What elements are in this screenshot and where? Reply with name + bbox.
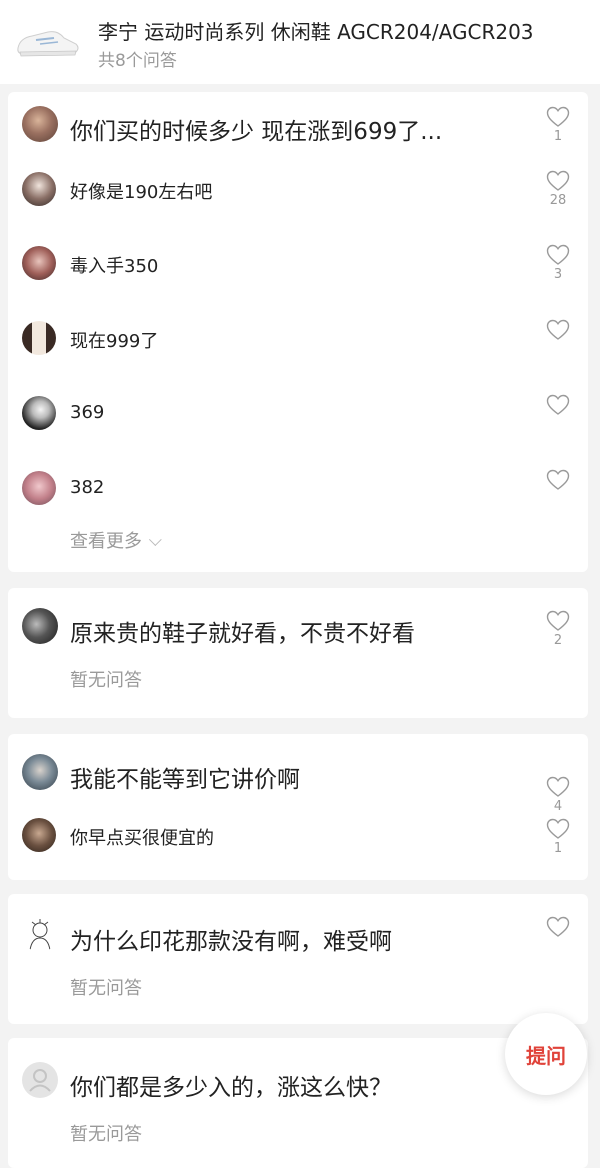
avatar <box>22 1062 58 1098</box>
avatar <box>22 608 58 644</box>
like-button[interactable] <box>546 394 570 416</box>
question-text: 原来贵的鞋子就好看，不贵不好看 <box>70 621 415 647</box>
like-count: 2 <box>553 633 563 648</box>
heart-outline-icon <box>546 170 570 191</box>
no-answer-row: 暂无问答 <box>8 666 588 692</box>
answer-row[interactable]: 369 <box>8 394 588 434</box>
like-button[interactable]: 1 <box>546 818 570 856</box>
ask-question-label: 提问 <box>526 1043 566 1068</box>
heart-outline-icon <box>546 610 570 631</box>
question-text: 你们都是多少入的，涨这么快？ <box>70 1075 392 1101</box>
product-title: 李宁 运动时尚系列 休闲鞋 AGCR204/AGCR203 <box>98 20 534 44</box>
answer-text: 382 <box>70 477 105 498</box>
avatar <box>22 396 56 430</box>
avatar <box>22 246 56 280</box>
question-row[interactable]: 你们都是多少入的，涨这么快？ <box>8 1062 588 1102</box>
product-thumbnail[interactable] <box>14 24 82 62</box>
no-answer-label: 暂无问答 <box>70 978 142 999</box>
like-button[interactable]: 1 <box>546 106 570 144</box>
answer-text: 毒入手350 <box>70 256 159 277</box>
avatar <box>22 916 58 952</box>
answer-row[interactable]: 你早点买很便宜的 1 <box>8 818 588 858</box>
like-button[interactable] <box>546 469 570 491</box>
no-answer-label: 暂无问答 <box>70 670 142 691</box>
like-count: 1 <box>553 129 563 144</box>
answer-text: 现在999了 <box>70 331 159 352</box>
answer-row[interactable]: 毒入手350 3 <box>8 244 588 284</box>
answer-text: 好像是190左右吧 <box>70 182 213 203</box>
answer-row[interactable]: 382 <box>8 469 588 509</box>
heart-outline-icon <box>546 106 570 127</box>
avatar <box>22 106 58 142</box>
sketch-avatar-icon <box>29 919 51 951</box>
avatar <box>22 172 56 206</box>
heart-outline-icon <box>546 244 570 265</box>
avatar <box>22 321 56 355</box>
like-button[interactable]: 2 <box>546 610 570 648</box>
like-button[interactable]: 3 <box>546 244 570 282</box>
chevron-down-icon <box>148 533 162 547</box>
like-count: 1 <box>553 841 563 856</box>
avatar <box>22 754 58 790</box>
avatar <box>22 471 56 505</box>
view-more-label: 查看更多 <box>70 531 142 552</box>
question-card[interactable]: 我能不能等到它讲价啊 4 你早点买很便宜的 1 <box>8 734 588 880</box>
like-button[interactable]: 28 <box>546 170 570 208</box>
like-button[interactable]: 4 <box>546 776 570 814</box>
heart-outline-icon <box>546 776 570 797</box>
question-card[interactable]: 为什么印花那款没有啊，难受啊 暂无问答 <box>8 894 588 1024</box>
avatar <box>22 818 56 852</box>
heart-outline-icon <box>546 916 570 937</box>
no-answer-row: 暂无问答 <box>8 974 588 1000</box>
question-text: 我能不能等到它讲价啊 <box>70 767 300 793</box>
answer-text: 你早点买很便宜的 <box>70 828 214 849</box>
like-count: 3 <box>553 267 563 282</box>
view-more-link[interactable]: 查看更多 <box>8 527 588 557</box>
no-answer-row: 暂无问答 <box>8 1120 588 1146</box>
question-card[interactable]: 原来贵的鞋子就好看，不贵不好看 2 暂无问答 <box>8 588 588 718</box>
question-text: 为什么印花那款没有啊，难受啊 <box>70 929 392 955</box>
question-count: 共8个问答 <box>98 51 177 71</box>
question-row[interactable]: 为什么印花那款没有啊，难受啊 <box>8 916 588 956</box>
product-header: 李宁 运动时尚系列 休闲鞋 AGCR204/AGCR203 共8个问答 <box>0 0 600 84</box>
answer-row[interactable]: 现在999了 <box>8 319 588 359</box>
ask-question-button[interactable]: 提问 <box>505 1013 587 1095</box>
question-row[interactable]: 你们买的时候多少 现在涨到699了... 1 <box>8 106 588 146</box>
heart-outline-icon <box>546 818 570 839</box>
like-button[interactable] <box>546 319 570 341</box>
question-row[interactable]: 原来贵的鞋子就好看，不贵不好看 2 <box>8 608 588 648</box>
no-answer-label: 暂无问答 <box>70 1124 142 1145</box>
question-card[interactable]: 你们都是多少入的，涨这么快？ 暂无问答 <box>8 1038 588 1168</box>
heart-outline-icon <box>546 394 570 415</box>
answer-row[interactable]: 好像是190左右吧 28 <box>8 170 588 210</box>
question-card[interactable]: 你们买的时候多少 现在涨到699了... 1 好像是190左右吧 28 毒入手3… <box>8 92 588 572</box>
like-count: 4 <box>553 799 563 814</box>
like-button[interactable] <box>546 916 570 938</box>
default-user-icon <box>29 1069 51 1092</box>
heart-outline-icon <box>546 319 570 340</box>
answer-text: 369 <box>70 402 105 423</box>
question-text: 你们买的时候多少 现在涨到699了... <box>70 119 443 145</box>
like-count: 28 <box>549 193 567 208</box>
heart-outline-icon <box>546 469 570 490</box>
question-row[interactable]: 我能不能等到它讲价啊 4 <box>8 754 588 814</box>
